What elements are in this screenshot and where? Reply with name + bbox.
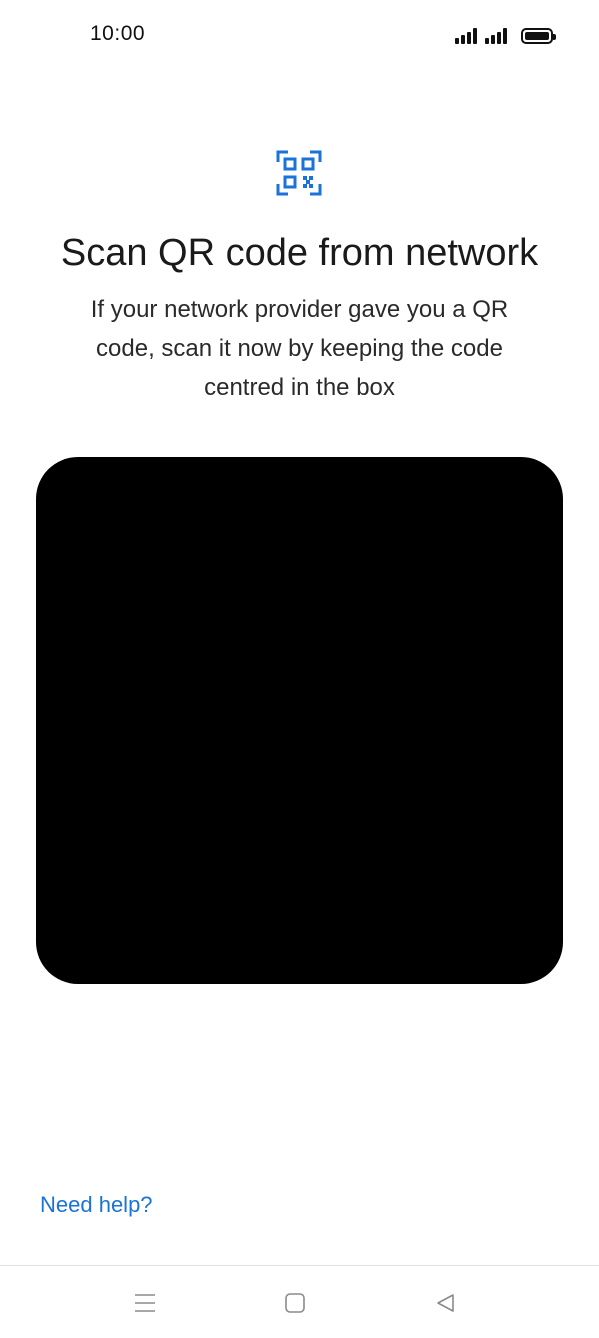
screen: 10:00 Scan QR code from network If your … xyxy=(0,0,599,1338)
home-icon xyxy=(285,1293,305,1313)
page-subtitle: If your network provider gave you a QR c… xyxy=(90,296,509,401)
home-button[interactable] xyxy=(280,1288,310,1318)
camera-viewfinder xyxy=(36,457,563,984)
menu-button[interactable] xyxy=(130,1288,160,1318)
need-help-link[interactable]: Need help? xyxy=(40,1192,153,1218)
status-time: 10:00 xyxy=(90,22,146,45)
back-icon xyxy=(437,1294,454,1312)
signal-icon xyxy=(455,28,477,44)
status-bar: 10:00 xyxy=(0,0,599,70)
status-icons xyxy=(455,26,556,44)
back-button[interactable] xyxy=(430,1288,460,1318)
qr-code-scan-icon xyxy=(276,150,322,196)
battery-icon xyxy=(521,28,556,44)
menu-icon xyxy=(135,1294,155,1312)
page-title: Scan QR code from network xyxy=(60,232,539,274)
navigation-bar xyxy=(0,1266,599,1338)
signal-icon xyxy=(485,28,507,44)
